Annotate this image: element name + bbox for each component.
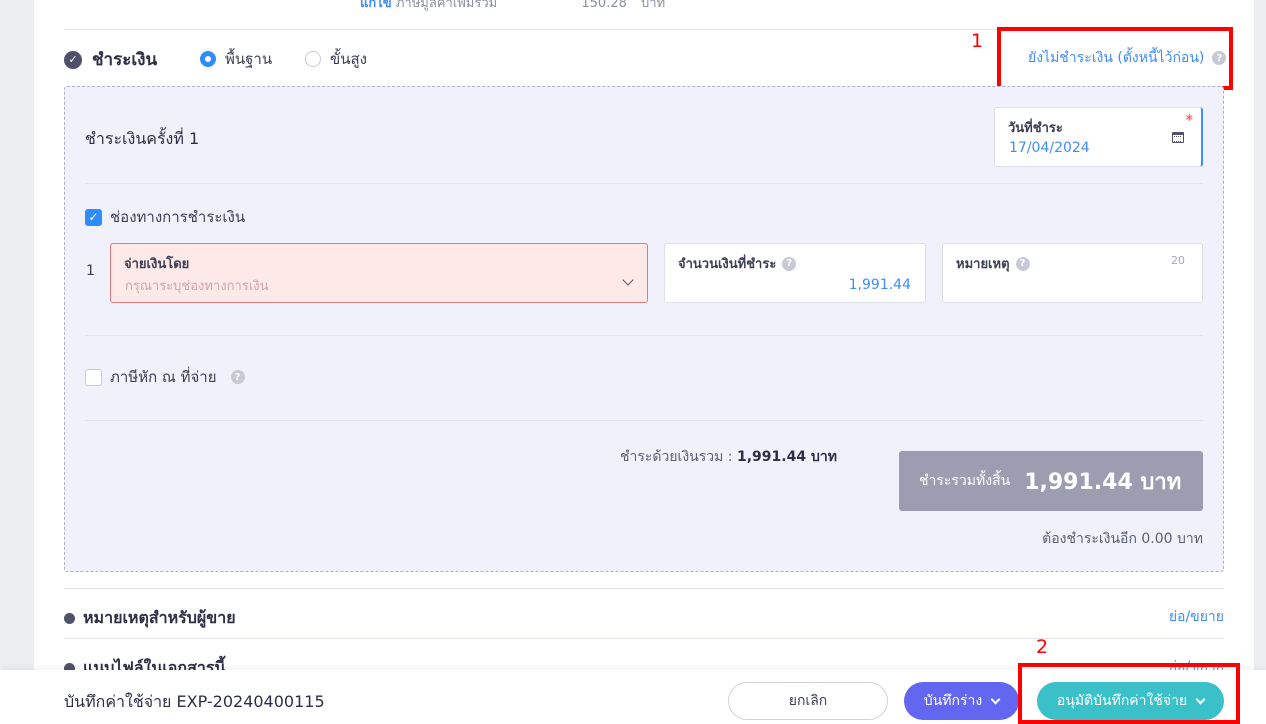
check-circle-icon: ✓ (64, 50, 82, 69)
seller-note-title: หมายเหตุสำหรับผู้ขาย (83, 608, 236, 627)
note-label-wrap: หมายเหตุ ? (956, 253, 1030, 274)
seller-note-toggle[interactable]: ย่อ/ขยาย (1169, 606, 1224, 628)
payment-section-header: ✓ ชำระเงิน (64, 46, 157, 73)
mode-advanced-label: ขั้นสูง (330, 50, 367, 68)
edit-vat-link[interactable]: แก้ไข (360, 0, 392, 11)
vat-summary-partial: แก้ไข ภาษีมูลค่าเพิ่มรวม 150.28 บาท (360, 0, 665, 13)
note-field[interactable]: หมายเหตุ ? 20 (942, 243, 1203, 303)
row-index: 1 (86, 263, 95, 279)
date-value: 17/04/2024 (1009, 140, 1090, 156)
vat-value: 150.28 (581, 0, 627, 11)
amount-label: จำนวนเงินที่ชำระ (678, 257, 777, 272)
payment-channel-row[interactable]: ✓ ช่องทางการชำระเงิน (85, 205, 245, 229)
help-icon[interactable]: ? (782, 256, 797, 271)
save-draft-label: บันทึกร่าง (923, 693, 983, 709)
document-title: บันทึกค่าใช้จ่าย EXP-20240400115 (64, 692, 325, 711)
subtotal-value: 1,991.44 บาท (736, 449, 837, 465)
required-star-icon: * (1185, 111, 1194, 129)
mode-basic-option[interactable]: พื้นฐาน (200, 47, 272, 71)
seller-note-header: หมายเหตุสำหรับผู้ขาย (64, 606, 236, 631)
withholding-tax-row[interactable]: ภาษีหัก ณ ที่จ่าย ? (85, 365, 245, 389)
annotation-box-1 (997, 27, 1233, 90)
pay-by-label: จ่ายเงินโดย (124, 257, 190, 272)
annotation-box-2 (1018, 663, 1240, 724)
checkbox-unchecked-icon[interactable] (85, 368, 102, 386)
help-icon[interactable]: ? (230, 370, 245, 384)
calendar-icon[interactable] (1172, 132, 1184, 143)
payment-round-title: ชำระเงินครั้งที่ 1 (85, 129, 200, 148)
bullet-icon (64, 613, 75, 624)
amount-label-wrap: จำนวนเงินที่ชำระ ? (678, 253, 797, 274)
save-draft-button[interactable]: บันทึกร่าง (904, 682, 1019, 720)
divider (85, 335, 1203, 336)
date-label: วันที่ชำระ (1008, 121, 1063, 136)
subtotal-label: ชำระด้วยเงินรวม : (620, 449, 733, 465)
grand-total-box: ชำระรวมทั้งสิ้น 1,991.44 บาท (899, 451, 1203, 511)
help-icon[interactable]: ? (1015, 256, 1030, 271)
chevron-down-icon[interactable] (622, 274, 634, 286)
annotation-marker-1: 1 (971, 30, 984, 52)
divider (64, 638, 1224, 639)
cancel-button-label: ยกเลิก (788, 693, 828, 709)
amount-field[interactable]: จำนวนเงินที่ชำระ ? 1,991.44 (664, 243, 926, 303)
divider (85, 420, 1203, 421)
radio-unselected-icon[interactable] (305, 51, 321, 67)
vat-label: ภาษีมูลค่าเพิ่มรวม (395, 0, 498, 11)
cancel-button[interactable]: ยกเลิก (728, 682, 888, 720)
mode-basic-label: พื้นฐาน (225, 50, 273, 68)
vat-unit: บาท (641, 0, 666, 11)
grand-total-value: 1,991.44 บาท (1024, 469, 1182, 495)
amount-value: 1,991.44 (848, 277, 911, 293)
chevron-down-icon[interactable] (990, 694, 1001, 704)
remaining-amount: ต้องชำระเงินอีก 0.00 บาท (1042, 531, 1203, 547)
checkbox-checked-icon[interactable]: ✓ (85, 208, 102, 226)
grand-total-label: ชำระรวมทั้งสิ้น (919, 473, 1011, 489)
payment-section-title: ชำระเงิน (92, 50, 158, 70)
divider (64, 588, 1224, 589)
payment-channel-label: ช่องทางการชำระเงิน (110, 208, 246, 226)
pay-by-placeholder: กรุณาระบุช่องทางการเงิน (125, 279, 269, 294)
withholding-tax-label: ภาษีหัก ณ ที่จ่าย (110, 368, 217, 386)
annotation-marker-2: 2 (1036, 636, 1049, 658)
radio-selected-icon[interactable] (200, 51, 216, 67)
divider (85, 183, 1203, 184)
mode-advanced-option[interactable]: ขั้นสูง (305, 47, 367, 71)
payment-date-field[interactable]: วันที่ชำระ * 17/04/2024 (994, 107, 1203, 167)
note-label: หมายเหตุ (956, 257, 1010, 272)
pay-by-select[interactable]: จ่ายเงินโดย กรุณาระบุช่องทางการเงิน (110, 243, 648, 303)
note-char-counter: 20 (1171, 254, 1185, 267)
cash-subtotal: ชำระด้วยเงินรวม : 1,991.44 บาท (620, 446, 837, 468)
